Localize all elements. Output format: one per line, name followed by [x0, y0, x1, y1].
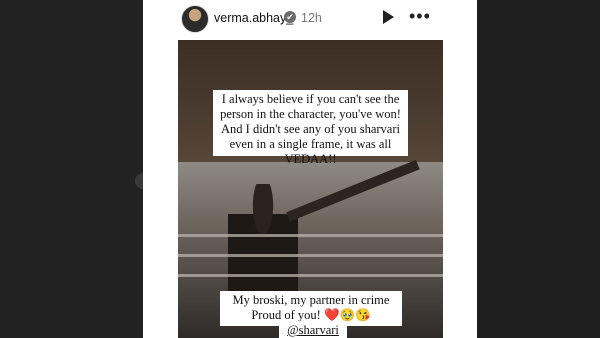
ring-rope: [178, 254, 443, 257]
caption-line-text: Proud of you!: [251, 308, 321, 322]
ring-rope: [178, 234, 443, 237]
mention-link[interactable]: @sharvari: [279, 321, 347, 338]
story-header: verma.abhay_ ✔ 12h •••: [143, 0, 477, 40]
emoji-reactions: ❤️🥹😘: [323, 308, 371, 322]
avatar[interactable]: [181, 5, 209, 33]
caption-text: I always believe if you can't see the pe…: [213, 90, 408, 166]
caption-line: My broski, my partner in crime: [232, 293, 390, 307]
ring-rope: [178, 274, 443, 277]
person-arm: [286, 159, 420, 222]
more-options-icon[interactable]: •••: [409, 6, 431, 27]
verified-badge-icon: ✔: [284, 11, 296, 23]
play-icon[interactable]: [383, 10, 394, 24]
username[interactable]: verma.abhay_: [214, 11, 293, 25]
story-viewer: verma.abhay_ ✔ 12h ••• I always believe …: [143, 0, 477, 338]
right-dim-area: [477, 0, 600, 338]
person-silhouette: [228, 184, 298, 304]
story-time: 12h: [301, 11, 322, 25]
left-dim-area: [0, 0, 143, 338]
